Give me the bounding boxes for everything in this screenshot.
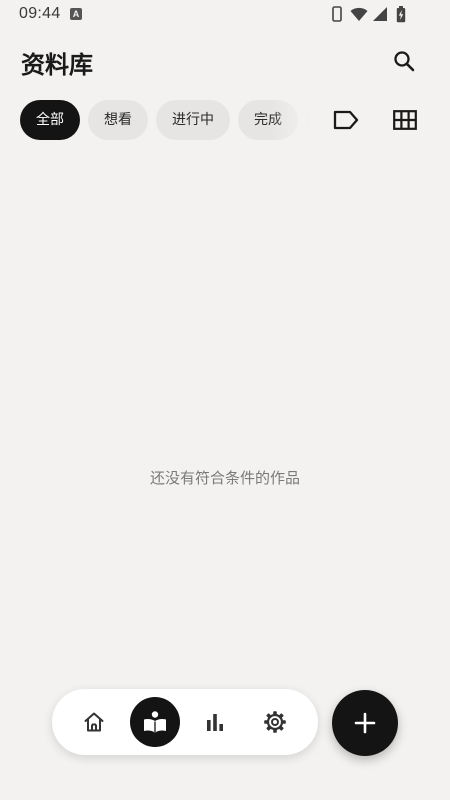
tag-icon <box>333 110 359 130</box>
nav-stats[interactable] <box>190 697 240 747</box>
gear-icon <box>264 711 286 733</box>
grid-view-icon <box>393 110 417 130</box>
empty-state-message: 还没有符合条件的作品 <box>149 469 300 487</box>
grid-view-button[interactable] <box>389 104 421 136</box>
wifi-icon <box>350 7 368 21</box>
search-icon <box>394 51 415 72</box>
add-item-button[interactable] <box>332 690 398 756</box>
bottom-nav <box>52 689 318 755</box>
nav-library[interactable] <box>130 697 180 747</box>
nav-home[interactable] <box>69 697 119 747</box>
cell-signal-icon <box>373 7 387 21</box>
search-button[interactable] <box>386 43 422 79</box>
home-icon <box>84 712 104 732</box>
filter-chip-row[interactable]: 全部 想看 进行中 完成 <box>20 100 310 140</box>
chip-row-fade <box>270 100 330 140</box>
page-title: 资料库 <box>21 51 93 79</box>
filter-chip-all[interactable]: 全部 <box>20 100 80 140</box>
status-bar: 09:44 A <box>0 0 450 30</box>
book-icon <box>144 711 166 733</box>
plus-icon <box>354 712 376 734</box>
phone-icon <box>332 6 342 22</box>
filter-chip-in-progress[interactable]: 进行中 <box>156 100 230 140</box>
tag-filter-button[interactable] <box>330 104 362 136</box>
filter-chip-want-to-watch[interactable]: 想看 <box>88 100 148 140</box>
bar-chart-icon <box>207 714 223 731</box>
battery-charging-icon <box>396 6 406 23</box>
status-time: 09:44 <box>19 5 61 22</box>
nav-settings[interactable] <box>250 697 300 747</box>
keyboard-indicator-icon: A <box>70 8 82 20</box>
